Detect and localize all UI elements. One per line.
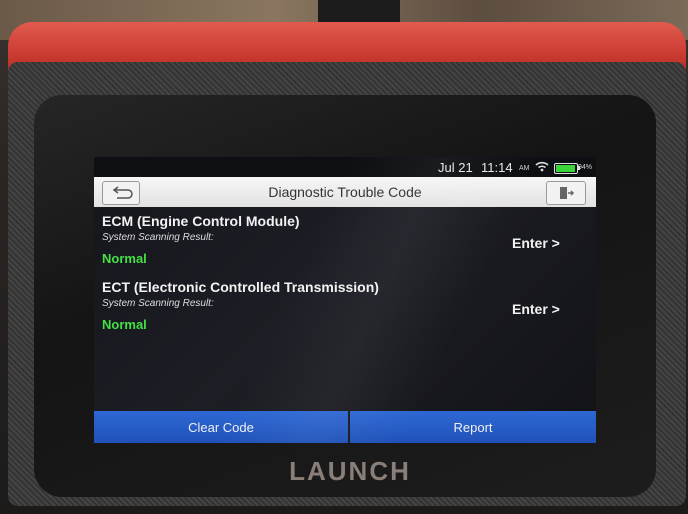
battery-icon (554, 163, 580, 174)
status-bar: Jul 21 11:14 AM 94% (94, 157, 596, 177)
clear-code-button[interactable]: Clear Code (94, 411, 348, 443)
brand-logo: LAUNCH (289, 456, 411, 486)
exit-button[interactable] (546, 181, 586, 205)
scan-result-label: System Scanning Result: (102, 298, 214, 309)
status-date: Jul 21 (438, 160, 473, 175)
status-time: 11:14 (481, 160, 513, 175)
system-name: ECM (Engine Control Module) (102, 213, 300, 229)
enter-button-ect[interactable]: Enter > (512, 301, 560, 317)
page-title: Diagnostic Trouble Code (268, 184, 422, 200)
scan-status: Normal (102, 317, 147, 332)
scan-status: Normal (102, 251, 147, 266)
action-bar: Clear Code Report (94, 411, 596, 443)
title-bar: Diagnostic Trouble Code (94, 177, 596, 207)
exit-icon (560, 187, 575, 199)
status-ampm: AM (519, 165, 530, 172)
enter-button-ecm[interactable]: Enter > (512, 235, 560, 251)
list-item-ecm[interactable]: ECM (Engine Control Module) System Scann… (102, 213, 592, 279)
list-item-ect[interactable]: ECT (Electronic Controlled Transmission)… (102, 279, 592, 345)
report-button[interactable]: Report (350, 411, 596, 443)
scan-result-label: System Scanning Result: (102, 232, 214, 243)
device-screen: Jul 21 11:14 AM 94% Diagnostic Trouble C… (94, 157, 596, 443)
battery-percent: 94% (578, 164, 593, 171)
system-name: ECT (Electronic Controlled Transmission) (102, 279, 379, 295)
wifi-icon (535, 161, 549, 172)
